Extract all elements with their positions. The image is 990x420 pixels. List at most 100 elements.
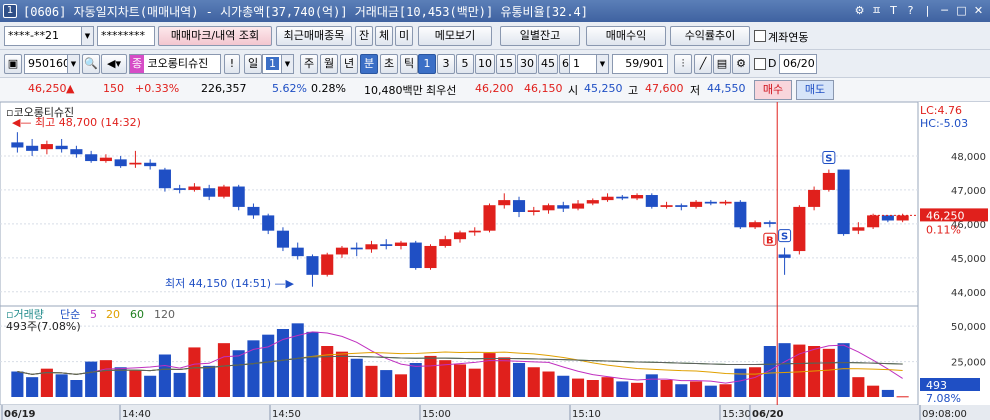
candle-body bbox=[11, 142, 24, 148]
candle-body bbox=[822, 172, 835, 190]
search-icon[interactable]: 🔍 bbox=[82, 54, 100, 74]
period-tab[interactable]: 분 bbox=[360, 54, 378, 74]
layout-icon[interactable]: ▣ bbox=[4, 54, 22, 74]
low-price: 44,550 bbox=[707, 82, 746, 95]
interval-tab[interactable]: 10 bbox=[475, 54, 495, 74]
draw-tool-icon[interactable]: ╱ bbox=[694, 54, 712, 74]
sell-button[interactable]: 매도 bbox=[796, 80, 834, 100]
candle-body bbox=[867, 215, 880, 228]
volume-bar bbox=[335, 351, 349, 397]
period-tab[interactable]: 초 bbox=[380, 54, 398, 74]
interval-tab[interactable]: 15 bbox=[496, 54, 516, 74]
tab-balance[interactable]: 잔 bbox=[355, 26, 373, 46]
candle-body bbox=[763, 222, 776, 224]
link-account-checkbox[interactable] bbox=[754, 30, 766, 42]
candle-body bbox=[660, 205, 673, 207]
trade-marker-label: S bbox=[825, 154, 832, 165]
stock-badge: 종 bbox=[130, 55, 144, 73]
candle-body bbox=[542, 205, 555, 211]
time-axis-label: 09:08:00 bbox=[922, 409, 967, 420]
volume-bar bbox=[409, 363, 422, 397]
period-tab[interactable]: 주 bbox=[300, 54, 318, 74]
volume-tick-label: 50,000 bbox=[951, 322, 986, 333]
candle-body bbox=[247, 206, 260, 216]
count-input[interactable]: 59/901 bbox=[612, 54, 668, 74]
trade-mark-query-button[interactable]: 매매마크/내역 조회 bbox=[158, 26, 272, 46]
indicator-icon[interactable]: ⫶ bbox=[674, 54, 692, 74]
price-volume-chart[interactable]: 48,00047,00046,00045,00044,00050,00025,0… bbox=[0, 101, 990, 420]
title-bar-button[interactable]: T bbox=[886, 3, 901, 18]
candle-body bbox=[734, 201, 747, 228]
title-bar-button[interactable]: ㅍ bbox=[869, 3, 884, 18]
date-checkbox[interactable] bbox=[754, 58, 766, 70]
candle-body bbox=[85, 154, 98, 162]
chevron-down-icon[interactable]: ▼ bbox=[81, 27, 93, 45]
candle-body bbox=[645, 195, 658, 207]
tab-unfilled[interactable]: 미 bbox=[395, 26, 413, 46]
chevron-down-icon[interactable]: ▼ bbox=[596, 55, 608, 73]
tab-filled[interactable]: 체 bbox=[375, 26, 393, 46]
title-bar-button[interactable]: | bbox=[920, 3, 935, 18]
account-number: ****-**21 bbox=[8, 29, 59, 42]
volume-bar bbox=[631, 382, 644, 397]
link-account-label: 계좌연동 bbox=[768, 31, 809, 44]
buy-button[interactable]: 매수 bbox=[754, 80, 792, 100]
daily-balance-button[interactable]: 일별잔고 bbox=[500, 26, 580, 46]
chevron-down-icon[interactable]: ▼ bbox=[281, 55, 293, 73]
period-count-select[interactable]: 1 ▼ bbox=[262, 54, 294, 74]
period-tab[interactable]: 월 bbox=[320, 54, 338, 74]
volume-bar bbox=[498, 357, 511, 397]
volume-bar bbox=[424, 355, 437, 397]
stock-code-input[interactable]: 950160 ▼ bbox=[24, 54, 80, 74]
stock-name-field[interactable]: 종 코오롱티슈진 bbox=[129, 54, 221, 74]
save-icon[interactable]: ▤ bbox=[713, 54, 731, 74]
alert-button[interactable]: ! bbox=[224, 54, 240, 74]
volume-bar bbox=[763, 346, 776, 397]
trade-profit-button[interactable]: 매매수익 bbox=[586, 26, 666, 46]
interval-tab[interactable]: 1 bbox=[418, 54, 436, 74]
chevron-down-icon[interactable]: ▼ bbox=[67, 55, 79, 73]
interval-tab[interactable]: 3 bbox=[437, 54, 455, 74]
recent-stocks-button[interactable]: 최근매매종목 bbox=[276, 26, 352, 46]
current-pct-label: 0.11% bbox=[926, 223, 961, 236]
turnover-pct: 5.62% bbox=[272, 82, 307, 95]
volume-bar bbox=[99, 360, 112, 397]
count-value: 59 bbox=[625, 57, 640, 70]
candle-body bbox=[837, 169, 850, 235]
password-field[interactable]: ******** bbox=[97, 26, 155, 46]
volume-bar bbox=[601, 377, 614, 397]
title-bar-button[interactable]: ? bbox=[903, 3, 918, 18]
time-axis-label: 06/19 bbox=[4, 409, 36, 420]
period-tab[interactable]: 틱 bbox=[400, 54, 418, 74]
title-bar-button[interactable]: ─ bbox=[937, 3, 952, 18]
date-label: D bbox=[768, 57, 777, 70]
period-day-button[interactable]: 일 bbox=[244, 54, 262, 74]
best-ask-label: 최우선 bbox=[426, 84, 457, 97]
interval-tab[interactable]: 45 bbox=[538, 54, 558, 74]
other-pct: 0.28% bbox=[311, 82, 346, 95]
gear-icon[interactable]: ⚙ bbox=[732, 54, 750, 74]
date-input[interactable]: 06/20 bbox=[779, 54, 817, 74]
memo-button[interactable]: 메모보기 bbox=[418, 26, 492, 46]
speaker-icon[interactable]: ◀▾ bbox=[101, 54, 127, 74]
volume-bar bbox=[867, 385, 880, 397]
period-tab[interactable]: 년 bbox=[340, 54, 358, 74]
profit-trend-button[interactable]: 수익률추이 bbox=[670, 26, 750, 46]
interval-tab[interactable]: 5 bbox=[456, 54, 474, 74]
quote-bar: 46,250 ▲ 150 +0.33% 226,357 5.62% 0.28% … bbox=[0, 78, 990, 102]
volume-ma-period: 60 bbox=[130, 308, 144, 321]
chart-area[interactable]: 48,000 47,000 46,000 45,000 44,000 50,000 25,0… bbox=[0, 101, 990, 420]
interval-select[interactable]: 1 ▼ bbox=[569, 54, 609, 74]
candle-body bbox=[321, 254, 334, 275]
volume-bar bbox=[380, 370, 393, 397]
candle-body bbox=[586, 200, 599, 204]
title-bar-button[interactable]: □ bbox=[954, 3, 969, 18]
account-select[interactable]: ****-**21 ▼ bbox=[4, 26, 94, 46]
candle-body bbox=[99, 157, 112, 162]
volume-bar bbox=[439, 360, 452, 397]
interval-tab[interactable]: 30 bbox=[517, 54, 537, 74]
title-bar-button[interactable]: ⚙ bbox=[852, 3, 867, 18]
volume-bar bbox=[453, 364, 467, 397]
title-bar-button[interactable]: ✕ bbox=[971, 3, 986, 18]
price-tick-label: 45,000 bbox=[951, 254, 986, 265]
